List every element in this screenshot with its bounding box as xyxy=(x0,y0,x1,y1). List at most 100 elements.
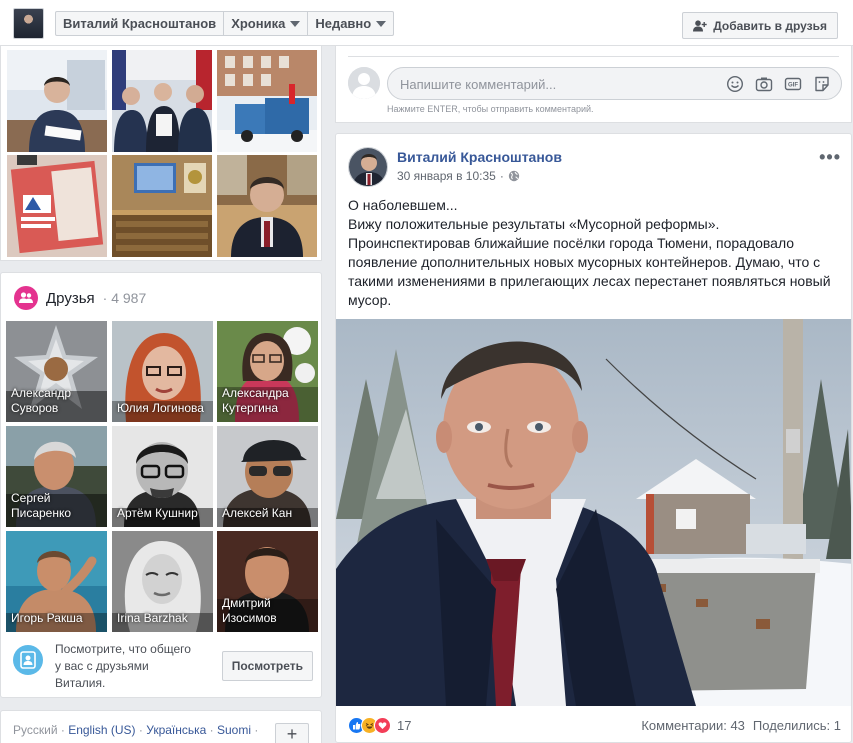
post-stats: Комментарии: 43 Поделились: 1 xyxy=(641,718,841,733)
separator: · xyxy=(499,169,504,183)
comment-placeholder: Напишите комментарий... xyxy=(400,77,557,92)
reactions-summary[interactable]: 17 xyxy=(348,717,411,734)
svg-text:GIF: GIF xyxy=(788,83,798,89)
profile-name-label: Виталий Красноштанов xyxy=(63,16,217,31)
chevron-down-icon xyxy=(290,20,301,27)
mutual-friends-text: Посмотрите, что общего у вас с друзьями … xyxy=(55,641,220,692)
friends-title[interactable]: Друзья xyxy=(46,290,95,307)
friends-header: Друзья · 4 987 xyxy=(14,286,146,310)
add-friend-button[interactable]: Добавить в друзья xyxy=(682,12,838,39)
friend-tile[interactable]: Игорь Ракша xyxy=(6,531,107,632)
friend-name[interactable]: Irina Barzhak xyxy=(117,611,188,625)
profile-icon xyxy=(13,645,43,675)
post-options-button[interactable]: ••• xyxy=(819,147,841,168)
friend-name[interactable]: Александр xyxy=(11,386,71,400)
friend-tile[interactable]: Сергей Писаренко xyxy=(6,426,107,527)
avatar[interactable] xyxy=(348,147,388,187)
photo-thumbnail[interactable] xyxy=(217,155,317,257)
post-text-line: Проинспектировав ближайшие посёлки город… xyxy=(348,235,795,251)
sticker-icon[interactable] xyxy=(813,75,831,93)
photo-thumbnail[interactable] xyxy=(217,50,317,152)
post-text-line: появление дополнительных новых мусорных … xyxy=(348,254,821,270)
timeline-label: Хроника xyxy=(231,16,286,31)
friend-tile[interactable]: Алексей Кан xyxy=(217,426,318,527)
recent-label: Недавно xyxy=(315,16,372,31)
love-reaction-icon xyxy=(374,717,391,734)
friend-name[interactable]: Артём Кушнир xyxy=(117,506,198,520)
friend-tile[interactable]: Юлия Логинова xyxy=(112,321,213,422)
friends-count: · 4 987 xyxy=(102,290,147,306)
friend-name[interactable]: Игорь Ракша xyxy=(11,611,83,625)
language-list: Русский · English (US) · Українська · Su… xyxy=(13,723,258,737)
friend-name[interactable]: Изосимов xyxy=(222,611,277,625)
profile-thumbnail[interactable] xyxy=(13,8,44,39)
friends-card: Друзья · 4 987 Александр Суворов Юлия Лог… xyxy=(0,272,322,698)
language-current: Русский xyxy=(13,723,58,737)
photos-grid xyxy=(0,46,322,261)
comment-composer: Напишите комментарий... GIF Нажмите ENTE… xyxy=(335,46,852,123)
separator: · xyxy=(135,723,147,737)
friend-tile[interactable]: Александра Кутергина xyxy=(217,321,318,422)
languages-card: Русский · English (US) · Українська · Su… xyxy=(0,710,322,743)
post-card: Виталий Красноштанов 30 января в 10:35 ·… xyxy=(335,133,852,743)
friend-add-icon xyxy=(693,19,707,31)
mutual-friends-text-line: Посмотрите, что общего xyxy=(55,642,191,656)
post-text-line: такими изменениями в прилегающих лесах п… xyxy=(348,273,831,289)
post-text-line: О наболевшем... xyxy=(348,197,458,213)
reaction-count: 17 xyxy=(397,718,412,733)
globe-icon[interactable] xyxy=(508,170,520,182)
plus-icon[interactable]: + xyxy=(275,723,309,743)
friend-name[interactable]: Сергей xyxy=(11,491,51,505)
recent-dropdown[interactable]: Недавно xyxy=(308,12,393,35)
friend-name[interactable]: Суворов xyxy=(11,401,58,415)
separator: · xyxy=(251,723,259,737)
profile-nav: Виталий Красноштанов Хроника Недавно xyxy=(55,11,395,36)
photo-thumbnail[interactable] xyxy=(7,50,107,152)
profile-name-link[interactable]: Виталий Красноштанов xyxy=(56,12,225,35)
photo-thumbnail[interactable] xyxy=(7,155,107,257)
mutual-friends-prompt: Посмотрите, что общего у вас с друзьями … xyxy=(13,641,313,691)
comment-input[interactable]: Напишите комментарий... GIF xyxy=(387,67,842,100)
mutual-friends-text-line: Виталия. xyxy=(55,676,106,690)
shares-count-link[interactable]: Поделились: 1 xyxy=(753,718,841,733)
post-meta: 30 января в 10:35 · xyxy=(397,169,520,183)
comment-hint: Нажмите ENTER, чтобы отправить комментар… xyxy=(387,104,594,114)
friends-icon xyxy=(14,286,38,310)
divider xyxy=(348,56,839,57)
post-photo[interactable] xyxy=(336,319,851,706)
separator: · xyxy=(206,723,217,737)
comment-tools: GIF xyxy=(726,75,831,93)
add-friend-label: Добавить в друзья xyxy=(713,18,827,33)
comments-count-link[interactable]: Комментарии: 43 xyxy=(641,718,745,733)
friend-name[interactable]: Александра xyxy=(222,386,289,400)
separator: · xyxy=(57,723,69,737)
photo-thumbnail[interactable] xyxy=(112,155,212,257)
friend-name[interactable]: Юлия Логинова xyxy=(117,401,204,415)
language-link[interactable]: Suomi xyxy=(217,723,251,737)
chevron-down-icon xyxy=(376,20,387,27)
language-link[interactable]: English (US) xyxy=(68,723,135,737)
camera-icon[interactable] xyxy=(755,75,773,93)
friend-name[interactable]: Писаренко xyxy=(11,506,71,520)
friend-tile[interactable]: Александр Суворов xyxy=(6,321,107,422)
timeline-dropdown[interactable]: Хроника xyxy=(224,12,309,35)
mutual-friends-text-line: у вас с друзьями xyxy=(55,659,149,673)
post-date-link[interactable]: 30 января в 10:35 xyxy=(397,169,496,183)
post-text: О наболевшем... Вижу положительные резул… xyxy=(348,196,843,310)
post-text-line: Вижу положительные результаты «Мусорной … xyxy=(348,216,720,232)
smile-icon[interactable] xyxy=(726,75,744,93)
friend-tile[interactable]: Irina Barzhak xyxy=(112,531,213,632)
post-text-line: мусор. xyxy=(348,292,392,308)
see-mutual-button[interactable]: Посмотреть xyxy=(221,651,313,681)
photo-thumbnail[interactable] xyxy=(112,50,212,152)
language-link[interactable]: Українська xyxy=(146,723,206,737)
friend-tile[interactable]: Дмитрий Изосимов xyxy=(217,531,318,632)
friend-name[interactable]: Кутергина xyxy=(222,401,278,415)
post-author-link[interactable]: Виталий Красноштанов xyxy=(397,149,562,165)
gif-icon[interactable]: GIF xyxy=(784,75,802,93)
friend-name[interactable]: Дмитрий xyxy=(222,596,271,610)
avatar xyxy=(348,67,380,99)
profile-topbar: Виталий Красноштанов Хроника Недавно Доб… xyxy=(0,0,853,46)
friend-name[interactable]: Алексей Кан xyxy=(222,506,292,520)
friend-tile[interactable]: Артём Кушнир xyxy=(112,426,213,527)
